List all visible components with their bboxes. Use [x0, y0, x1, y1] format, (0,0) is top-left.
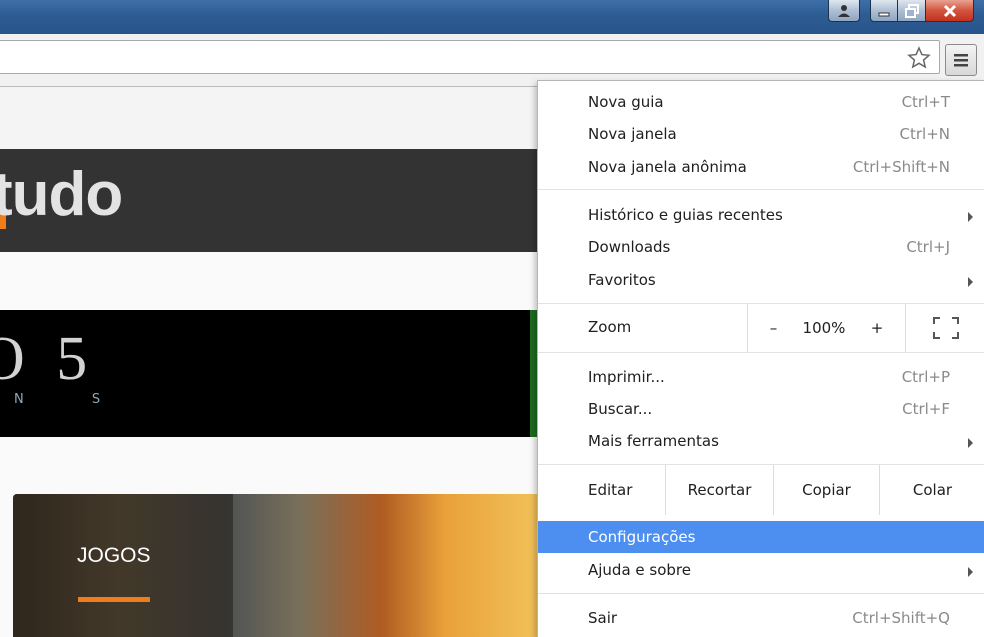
- bookmark-star-button[interactable]: [905, 44, 933, 72]
- menu-item-bookmarks[interactable]: Favoritos: [538, 264, 984, 296]
- chrome-menu-button[interactable]: [945, 44, 977, 76]
- menu-item-exit[interactable]: Sair Ctrl+Shift+Q: [538, 602, 984, 634]
- menu-separator: [538, 352, 984, 353]
- menu-item-label: Ajuda e sobre: [588, 561, 691, 579]
- zoom-label: Zoom: [588, 318, 632, 336]
- menu-item-settings[interactable]: Configurações: [538, 521, 984, 553]
- site-header: tudo: [0, 149, 540, 252]
- menu-separator: [538, 593, 984, 594]
- copy-button[interactable]: Copiar: [773, 465, 879, 515]
- site-logo[interactable]: tudo: [0, 159, 123, 230]
- menu-item-label: Nova janela: [588, 125, 677, 143]
- menu-item-label: Nova janela anônima: [588, 158, 747, 176]
- menu-item-help[interactable]: Ajuda e sobre: [538, 554, 984, 586]
- fullscreen-button[interactable]: [905, 304, 984, 352]
- edit-label: Editar: [588, 481, 633, 499]
- menu-item-new-window[interactable]: Nova janela Ctrl+N: [538, 118, 984, 150]
- games-card[interactable]: JOGOS: [13, 494, 540, 637]
- menu-item-history[interactable]: Histórico e guias recentes: [538, 199, 984, 231]
- menu-item-more-tools[interactable]: Mais ferramentas: [538, 425, 984, 457]
- card-underline: [78, 597, 150, 602]
- ad-banner[interactable]: O 5 N S: [0, 310, 540, 437]
- submenu-arrow-icon: [968, 277, 973, 287]
- hamburger-icon: [954, 54, 968, 67]
- cut-button[interactable]: Recortar: [665, 465, 773, 515]
- star-icon: [907, 46, 931, 69]
- submenu-arrow-icon: [968, 212, 973, 222]
- minimize-icon: [878, 12, 890, 16]
- paste-button[interactable]: Colar: [879, 465, 984, 515]
- user-icon: [838, 4, 850, 17]
- maximize-button[interactable]: [898, 0, 926, 22]
- zoom-row: Zoom – 100% +: [538, 304, 984, 352]
- menu-item-find[interactable]: Buscar... Ctrl+F: [538, 393, 984, 425]
- window-title-bar: [0, 0, 984, 34]
- menu-item-shortcut: Ctrl+T: [901, 93, 950, 111]
- menu-item-shortcut: Ctrl+Shift+N: [852, 158, 950, 176]
- zoom-in-button[interactable]: +: [849, 304, 905, 352]
- close-icon: [943, 4, 956, 17]
- menu-item-print[interactable]: Imprimir... Ctrl+P: [538, 361, 984, 393]
- submenu-arrow-icon: [968, 567, 973, 577]
- menu-item-label: Favoritos: [588, 271, 656, 289]
- menu-item-shortcut: Ctrl+P: [901, 368, 950, 386]
- menu-item-new-tab[interactable]: Nova guia Ctrl+T: [538, 86, 984, 118]
- maximize-icon: [904, 3, 919, 18]
- menu-item-label: Sair: [588, 609, 618, 627]
- card-label: JOGOS: [77, 544, 151, 567]
- menu-item-downloads[interactable]: Downloads Ctrl+J: [538, 231, 984, 263]
- banner-subtitle: N S: [14, 392, 133, 407]
- fullscreen-icon: [932, 317, 959, 339]
- address-bar[interactable]: [0, 40, 940, 74]
- menu-item-label: Configurações: [588, 528, 696, 546]
- menu-item-shortcut: Ctrl+J: [906, 238, 950, 256]
- zoom-level: 100%: [802, 319, 846, 337]
- menu-item-incognito-window[interactable]: Nova janela anônima Ctrl+Shift+N: [538, 151, 984, 183]
- menu-item-label: Imprimir...: [588, 368, 665, 386]
- page-top-strip: [0, 87, 540, 149]
- menu-item-shortcut: Ctrl+N: [899, 125, 950, 143]
- menu-item-shortcut: Ctrl+F: [902, 400, 950, 418]
- menu-item-label: Downloads: [588, 238, 671, 256]
- submenu-arrow-icon: [968, 438, 973, 448]
- menu-item-shortcut: Ctrl+Shift+Q: [852, 609, 950, 627]
- banner-title: O 5: [0, 325, 96, 393]
- window-controls: [828, 0, 974, 24]
- close-button[interactable]: [926, 0, 974, 22]
- menu-item-label: Histórico e guias recentes: [588, 206, 783, 224]
- menu-item-label: Nova guia: [588, 93, 664, 111]
- minimize-button[interactable]: [870, 0, 898, 22]
- menu-item-label: Mais ferramentas: [588, 432, 719, 450]
- zoom-out-button[interactable]: –: [747, 304, 799, 352]
- menu-item-label: Buscar...: [588, 400, 653, 418]
- menu-separator: [538, 189, 984, 190]
- chrome-menu: Nova guia Ctrl+T Nova janela Ctrl+N Nova…: [537, 80, 984, 637]
- user-profile-button[interactable]: [828, 0, 860, 22]
- edit-row: Editar Recortar Copiar Colar: [538, 465, 984, 515]
